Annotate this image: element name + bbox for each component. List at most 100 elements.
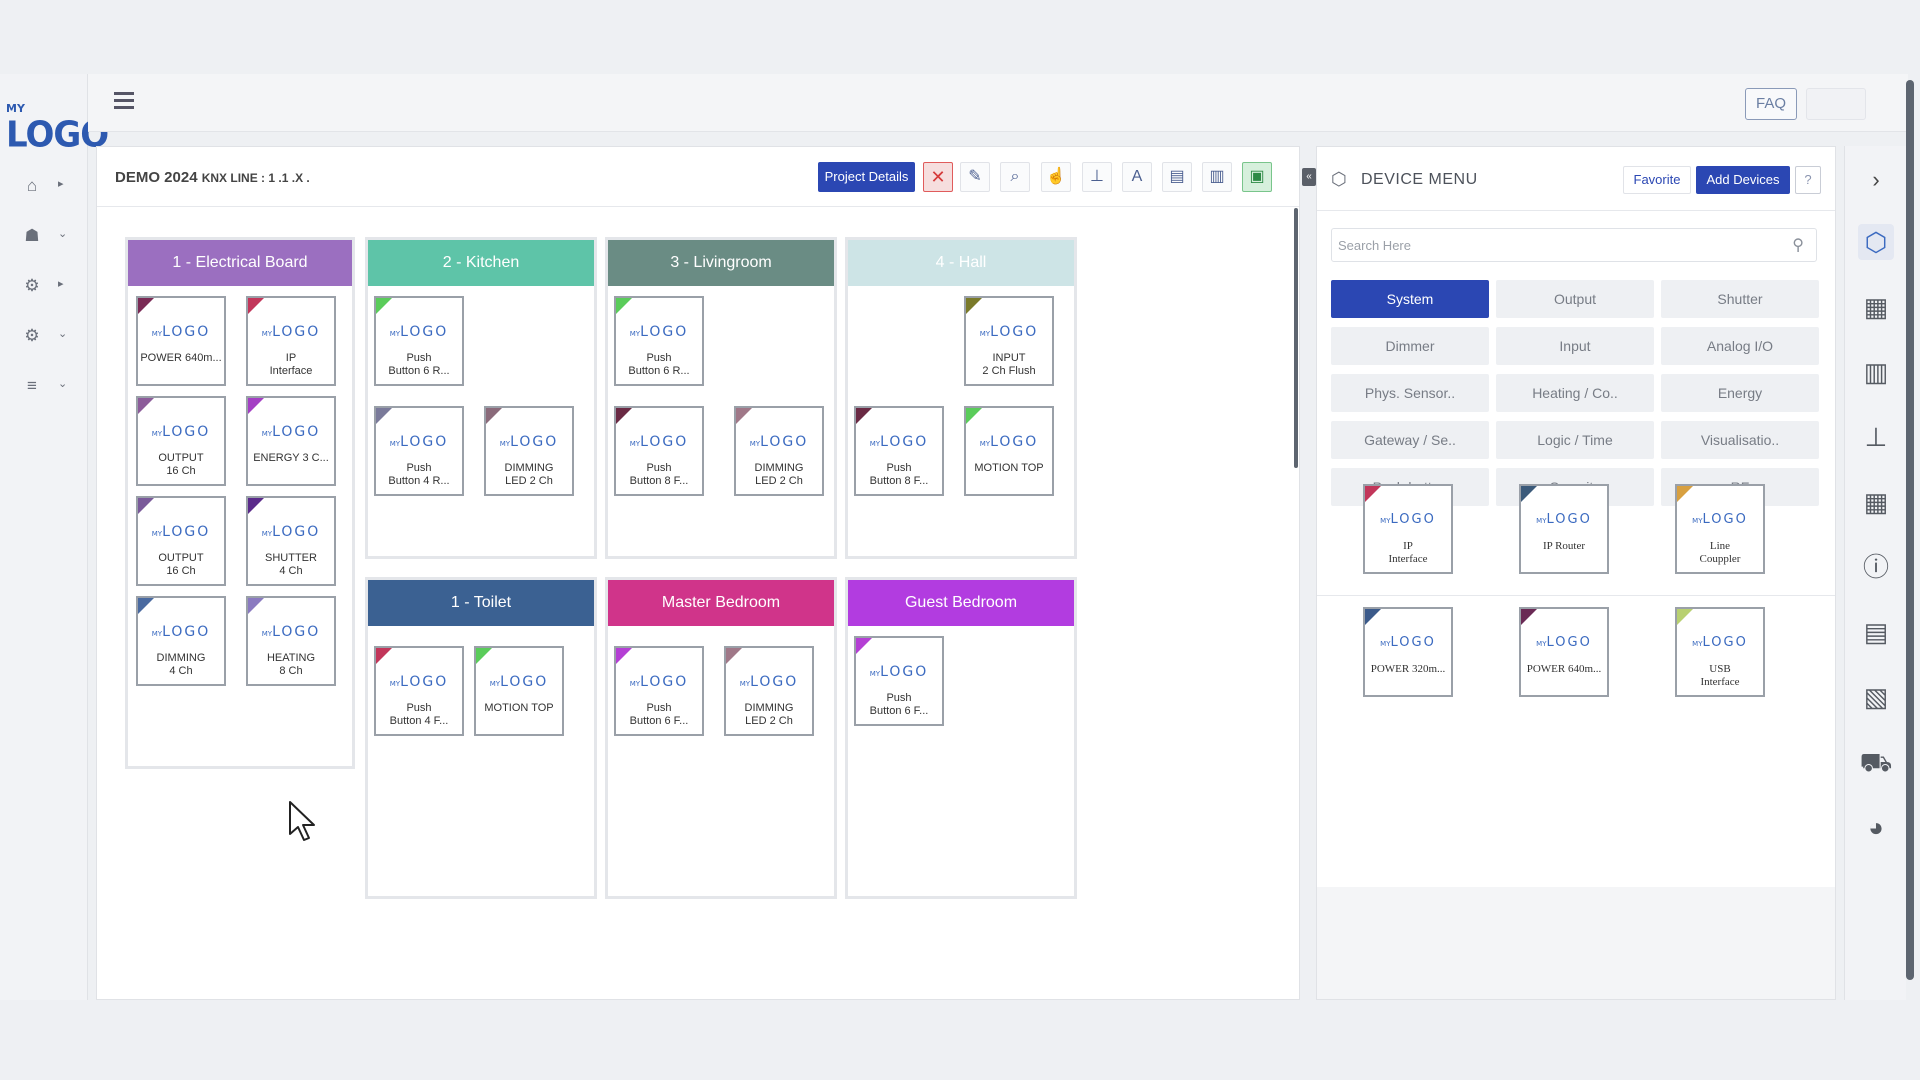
pencil-icon[interactable]: ✎ bbox=[960, 162, 990, 192]
cube-icon[interactable]: ⬡ bbox=[1858, 224, 1894, 260]
top-bar: FAQ bbox=[88, 74, 1908, 132]
device-card[interactable]: MYLOGO IP Interface bbox=[246, 296, 336, 386]
hierarchy-icon[interactable]: ⊥ bbox=[1082, 162, 1112, 192]
building-icon[interactable]: ▥ bbox=[1858, 354, 1894, 390]
device-card[interactable]: MYLOGO MOTION TOP bbox=[964, 406, 1054, 496]
device-card[interactable]: MYLOGO ENERGY 3 C... bbox=[246, 396, 336, 486]
device-card[interactable]: MYLOGO OUTPUT 16 Ch bbox=[136, 496, 226, 586]
device-logo: MYLOGO bbox=[486, 434, 572, 450]
collapse-panel-icon[interactable]: « bbox=[1302, 168, 1316, 186]
category-button[interactable]: Logic / Time bbox=[1496, 421, 1654, 459]
device-logo: MYLOGO bbox=[1365, 635, 1451, 650]
user-menu-button[interactable] bbox=[1806, 88, 1866, 120]
search-icon[interactable]: ⌕ bbox=[1000, 162, 1030, 192]
category-button[interactable]: Shutter bbox=[1661, 280, 1819, 318]
close-icon[interactable]: ✕ bbox=[923, 162, 953, 192]
add-devices-button[interactable]: Add Devices bbox=[1696, 166, 1790, 194]
device-card[interactable]: MYLOGO Push Button 6 R... bbox=[614, 296, 704, 386]
category-button[interactable]: Visualisatio.. bbox=[1661, 421, 1819, 459]
document-icon[interactable]: ▤ bbox=[1162, 162, 1192, 192]
category-button[interactable]: Input bbox=[1496, 327, 1654, 365]
room-title[interactable]: 1 - Electrical Board bbox=[128, 240, 352, 286]
device-card[interactable]: MYLOGO IP Interface bbox=[1363, 484, 1453, 574]
device-card[interactable]: MYLOGO DIMMING LED 2 Ch bbox=[484, 406, 574, 496]
device-card[interactable]: MYLOGO Push Button 4 R... bbox=[374, 406, 464, 496]
project-details-button[interactable]: Project Details bbox=[818, 162, 915, 192]
category-button[interactable]: Gateway / Se.. bbox=[1331, 421, 1489, 459]
device-card[interactable]: MYLOGO DIMMING LED 2 Ch bbox=[734, 406, 824, 496]
room-title[interactable]: 2 - Kitchen bbox=[368, 240, 594, 286]
room-title[interactable]: Guest Bedroom bbox=[848, 580, 1074, 626]
hamburger-menu-icon[interactable] bbox=[114, 92, 134, 110]
page-scrollbar[interactable] bbox=[1906, 80, 1914, 980]
device-card[interactable]: MYLOGO MOTION TOP bbox=[474, 646, 564, 736]
search-icon[interactable]: ⚲ bbox=[1792, 235, 1804, 255]
favorite-button[interactable]: Favorite bbox=[1623, 166, 1691, 194]
category-button[interactable]: Output bbox=[1496, 280, 1654, 318]
device-card[interactable]: MYLOGO INPUT 2 Ch Flush bbox=[964, 296, 1054, 386]
device-logo-prefix: MY bbox=[489, 680, 501, 688]
category-button[interactable]: Energy bbox=[1661, 374, 1819, 412]
device-card[interactable]: MYLOGO DIMMING LED 2 Ch bbox=[724, 646, 814, 736]
faq-button[interactable]: FAQ bbox=[1745, 88, 1797, 120]
device-logo: MYLOGO bbox=[138, 424, 224, 440]
cart-icon[interactable]: ⛟ bbox=[1858, 744, 1894, 780]
category-button[interactable]: Heating / Co.. bbox=[1496, 374, 1654, 412]
category-button[interactable]: Dimmer bbox=[1331, 327, 1489, 365]
clipboard-icon[interactable]: ▥ bbox=[1202, 162, 1232, 192]
save-icon[interactable]: ▣ bbox=[1242, 162, 1272, 192]
excel-icon[interactable]: ▧ bbox=[1858, 679, 1894, 715]
device-logo: MYLOGO bbox=[248, 524, 334, 540]
category-button[interactable]: System bbox=[1331, 280, 1489, 318]
room-title[interactable]: 1 - Toilet bbox=[368, 580, 594, 626]
device-color-flag bbox=[1521, 609, 1537, 625]
nav-item-list[interactable]: ≡ ⌄ bbox=[22, 372, 76, 402]
device-logo-text: LOGO bbox=[162, 324, 211, 340]
room-title[interactable]: 4 - Hall bbox=[848, 240, 1074, 286]
hand-pointer-icon[interactable]: ☝ bbox=[1041, 162, 1071, 192]
device-logo: MYLOGO bbox=[1365, 512, 1451, 527]
device-card[interactable]: MYLOGO Push Button 8 F... bbox=[854, 406, 944, 496]
device-card[interactable]: MYLOGO SHUTTER 4 Ch bbox=[246, 496, 336, 586]
device-card[interactable]: MYLOGO Push Button 6 R... bbox=[374, 296, 464, 386]
device-logo-text: LOGO bbox=[880, 664, 929, 680]
device-card[interactable]: MYLOGO Push Button 8 F... bbox=[614, 406, 704, 496]
device-card[interactable]: MYLOGO USB Interface bbox=[1675, 607, 1765, 697]
device-color-flag bbox=[856, 408, 872, 424]
text-icon[interactable]: A bbox=[1122, 162, 1152, 192]
device-logo-prefix: MY bbox=[1380, 640, 1391, 648]
device-card[interactable]: MYLOGO Line Couppler bbox=[1675, 484, 1765, 574]
category-button[interactable]: Phys. Sensor.. bbox=[1331, 374, 1489, 412]
device-card[interactable]: MYLOGO POWER 640m... bbox=[136, 296, 226, 386]
nav-item-gears[interactable]: ⚙ ⌄ bbox=[22, 322, 76, 352]
nav-item-user[interactable]: ☗ ⌄ bbox=[22, 222, 76, 252]
device-logo: MYLOGO bbox=[856, 664, 942, 680]
sitemap-icon[interactable]: ⊥ bbox=[1858, 419, 1894, 455]
grid-icon[interactable]: ▦ bbox=[1858, 484, 1894, 520]
help-button[interactable]: ? bbox=[1795, 166, 1821, 194]
room-title[interactable]: Master Bedroom bbox=[608, 580, 834, 626]
search-input[interactable]: Search Here ⚲ bbox=[1331, 228, 1817, 262]
device-card[interactable]: MYLOGO POWER 320m... bbox=[1363, 607, 1453, 697]
room-title[interactable]: 3 - Livingroom bbox=[608, 240, 834, 286]
device-card[interactable]: MYLOGO POWER 640m... bbox=[1519, 607, 1609, 697]
cubes-icon[interactable]: ▦ bbox=[1858, 289, 1894, 325]
nav-item-dashboard[interactable]: ⌂ ▸ bbox=[22, 172, 76, 202]
device-color-flag bbox=[1677, 609, 1693, 625]
device-card[interactable]: MYLOGO IP Router bbox=[1519, 484, 1609, 574]
category-button[interactable]: Analog I/O bbox=[1661, 327, 1819, 365]
pdf-icon[interactable]: ▤ bbox=[1858, 614, 1894, 650]
device-card[interactable]: MYLOGO HEATING 8 Ch bbox=[246, 596, 336, 686]
pie-chart-icon[interactable]: ◕ bbox=[1858, 809, 1894, 845]
device-card[interactable]: MYLOGO DIMMING 4 Ch bbox=[136, 596, 226, 686]
chevron-right-icon[interactable]: › bbox=[1858, 162, 1894, 198]
device-card[interactable]: MYLOGO Push Button 6 F... bbox=[614, 646, 704, 736]
device-card[interactable]: MYLOGO Push Button 6 F... bbox=[854, 636, 944, 726]
info-icon[interactable]: ⓘ bbox=[1858, 549, 1894, 585]
caret-icon: ▸ bbox=[58, 278, 64, 290]
device-card[interactable]: MYLOGO OUTPUT 16 Ch bbox=[136, 396, 226, 486]
device-logo: MYLOGO bbox=[726, 674, 812, 690]
canvas-scrollbar[interactable] bbox=[1294, 208, 1298, 468]
nav-item-settings-check[interactable]: ⚙ ▸ bbox=[22, 272, 76, 302]
device-card[interactable]: MYLOGO Push Button 4 F... bbox=[374, 646, 464, 736]
